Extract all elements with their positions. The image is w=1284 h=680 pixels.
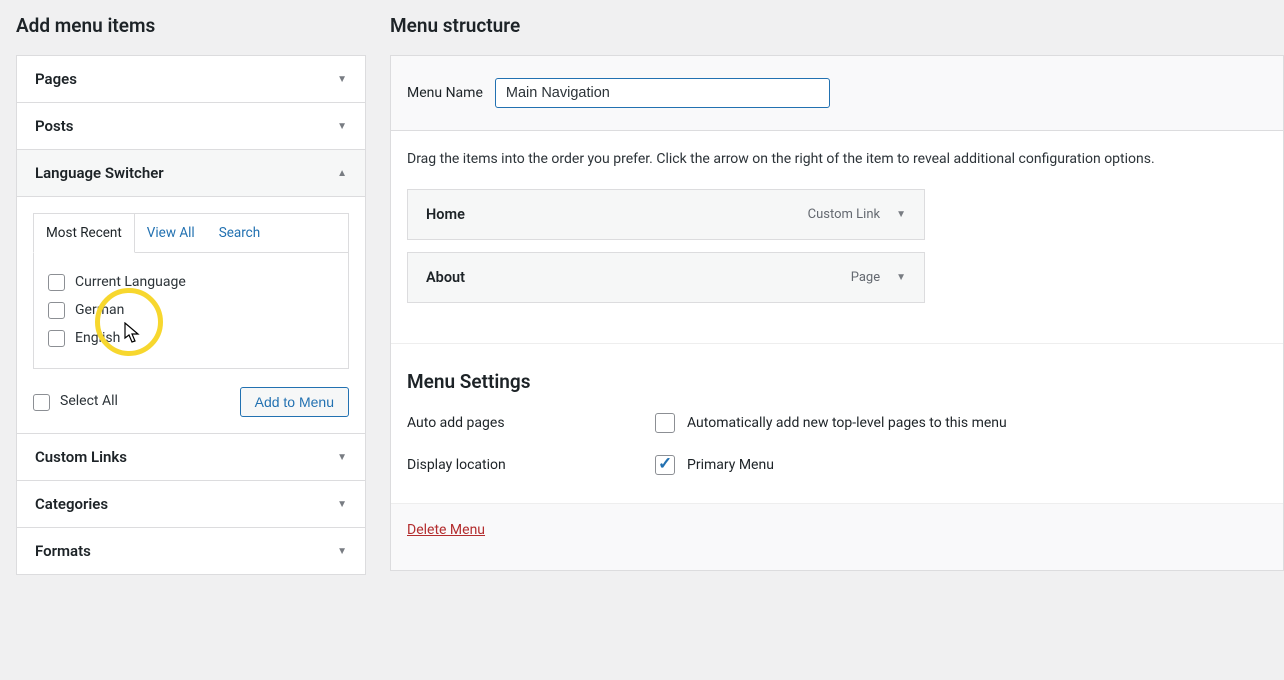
auto-add-pages-label: Auto add pages bbox=[407, 415, 655, 431]
menu-settings-title: Menu Settings bbox=[407, 370, 1267, 393]
label-german[interactable]: German bbox=[75, 299, 124, 323]
chevron-down-icon: ▼ bbox=[337, 452, 347, 463]
tab-search[interactable]: Search bbox=[207, 214, 272, 252]
menu-panel: Menu Name Drag the items into the order … bbox=[390, 55, 1284, 571]
menu-item-home-type: Custom Link bbox=[808, 207, 880, 222]
chevron-down-icon: ▼ bbox=[337, 121, 347, 132]
checkbox-primary-menu[interactable] bbox=[655, 455, 675, 475]
panel-formats[interactable]: Formats ▼ bbox=[17, 528, 365, 574]
chevron-down-icon: ▼ bbox=[337, 74, 347, 85]
menu-item-about[interactable]: About Page ▼ bbox=[407, 252, 925, 303]
chevron-down-icon[interactable]: ▼ bbox=[896, 272, 906, 283]
add-to-menu-button[interactable]: Add to Menu bbox=[240, 387, 349, 417]
checkbox-english[interactable] bbox=[48, 330, 65, 347]
display-location-option[interactable]: Primary Menu bbox=[687, 457, 774, 473]
add-menu-items-title: Add menu items bbox=[16, 14, 366, 37]
chevron-up-icon: ▲ bbox=[337, 168, 347, 179]
tab-view-all[interactable]: View All bbox=[135, 214, 207, 252]
panel-language-switcher-label: Language Switcher bbox=[35, 164, 164, 182]
menu-name-label: Menu Name bbox=[407, 85, 483, 101]
checkbox-german[interactable] bbox=[48, 302, 65, 319]
label-select-all[interactable]: Select All bbox=[60, 390, 118, 414]
panel-custom-links[interactable]: Custom Links ▼ bbox=[17, 434, 365, 481]
panel-categories[interactable]: Categories ▼ bbox=[17, 481, 365, 528]
label-english[interactable]: English bbox=[75, 327, 120, 351]
chevron-down-icon: ▼ bbox=[337, 546, 347, 557]
panel-language-switcher[interactable]: Language Switcher ▲ bbox=[17, 150, 365, 197]
panel-posts-label: Posts bbox=[35, 117, 73, 135]
tab-most-recent[interactable]: Most Recent bbox=[33, 213, 135, 253]
panel-custom-links-label: Custom Links bbox=[35, 448, 127, 466]
accordion: Pages ▼ Posts ▼ Language Switcher ▲ Most… bbox=[16, 55, 366, 575]
menu-item-about-title: About bbox=[426, 269, 465, 286]
menu-item-home-title: Home bbox=[426, 206, 465, 223]
chevron-down-icon: ▼ bbox=[337, 499, 347, 510]
instructions: Drag the items into the order you prefer… bbox=[391, 131, 1283, 171]
display-location-label: Display location bbox=[407, 457, 655, 473]
panel-language-switcher-body: Most Recent View All Search Current Lang… bbox=[17, 197, 365, 434]
menu-structure-title: Menu structure bbox=[390, 14, 1284, 37]
menu-item-about-type: Page bbox=[851, 270, 880, 285]
panel-posts[interactable]: Posts ▼ bbox=[17, 103, 365, 150]
menu-name-input[interactable] bbox=[495, 78, 830, 108]
checkbox-auto-add-pages[interactable] bbox=[655, 413, 675, 433]
chevron-down-icon[interactable]: ▼ bbox=[896, 209, 906, 220]
language-tabs: Most Recent View All Search Current Lang… bbox=[33, 213, 349, 369]
panel-categories-label: Categories bbox=[35, 495, 108, 513]
delete-menu-link[interactable]: Delete Menu bbox=[407, 522, 485, 538]
label-current-language[interactable]: Current Language bbox=[75, 271, 186, 295]
checkbox-select-all[interactable] bbox=[33, 394, 50, 411]
auto-add-pages-option[interactable]: Automatically add new top-level pages to… bbox=[687, 415, 1007, 431]
panel-formats-label: Formats bbox=[35, 542, 91, 560]
panel-pages[interactable]: Pages ▼ bbox=[17, 56, 365, 103]
panel-pages-label: Pages bbox=[35, 70, 77, 88]
checkbox-current-language[interactable] bbox=[48, 274, 65, 291]
menu-item-home[interactable]: Home Custom Link ▼ bbox=[407, 189, 925, 240]
